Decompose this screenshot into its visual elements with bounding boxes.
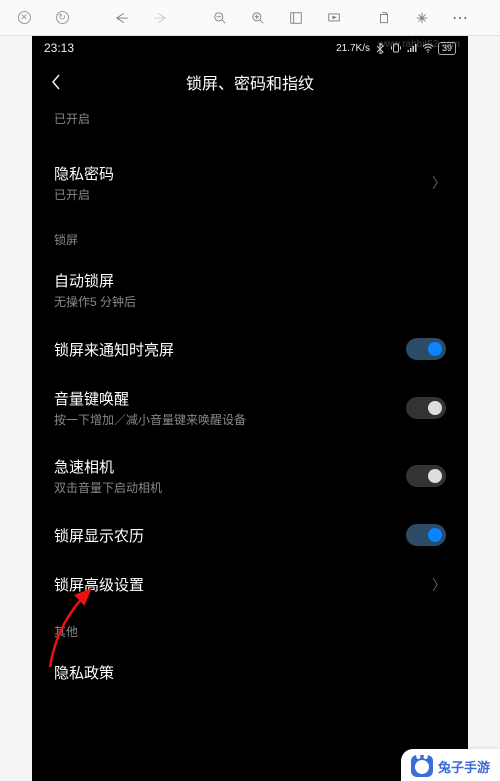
- row-title: 自动锁屏: [54, 270, 136, 291]
- close-icon[interactable]: ✕: [6, 4, 42, 32]
- toggle-lunar-calendar[interactable]: [406, 524, 446, 546]
- zoom-out-icon[interactable]: [202, 4, 238, 32]
- row-volume-wake[interactable]: 音量键唤醒 按一下增加／减小音量键来唤醒设备: [54, 374, 446, 442]
- row-title: 急速相机: [54, 456, 162, 477]
- top-enabled-label: 已开启: [54, 110, 446, 127]
- row-sub: 双击音量下启动相机: [54, 479, 162, 496]
- toggle-notification-wake[interactable]: [406, 338, 446, 360]
- row-title: 隐私政策: [54, 662, 114, 683]
- sparkle-icon[interactable]: [404, 4, 440, 32]
- section-lockscreen: 锁屏: [54, 231, 446, 248]
- refresh-icon[interactable]: ↻: [44, 4, 80, 32]
- row-auto-lock[interactable]: 自动锁屏 无操作5 分钟后: [54, 256, 446, 324]
- footer-badge[interactable]: 兔子手游: [401, 749, 500, 781]
- row-privacy-password[interactable]: 隐私密码 已开启 〉: [54, 149, 446, 217]
- row-sub: 已开启: [54, 186, 114, 203]
- nav-back-icon[interactable]: [104, 4, 140, 32]
- row-sub: 无操作5 分钟后: [54, 293, 136, 310]
- row-title: 锁屏显示农历: [54, 525, 144, 546]
- bunny-icon: [411, 755, 433, 777]
- footer-text: 兔子手游: [438, 757, 490, 776]
- nav-forward-icon[interactable]: [142, 4, 178, 32]
- phone-screen: www.rabbit52.com 23:13 21.7K/s 39 锁屏、密码和…: [32, 36, 468, 781]
- browser-toolbar: ✕ ↻ ⋯: [0, 0, 500, 36]
- watermark-text: www.rabbit52.com: [378, 39, 460, 50]
- status-net-speed: 21.7K/s: [336, 43, 370, 54]
- rotate-icon[interactable]: [366, 4, 402, 32]
- row-sub: 按一下增加／减小音量键来唤醒设备: [54, 411, 246, 428]
- status-time: 23:13: [44, 41, 74, 55]
- present-icon[interactable]: [316, 4, 352, 32]
- back-button[interactable]: [44, 70, 68, 94]
- page-title: 锁屏、密码和指纹: [186, 70, 314, 94]
- toggle-volume-wake[interactable]: [406, 397, 446, 419]
- settings-list: 已开启 隐私密码 已开启 〉 锁屏 自动锁屏 无操作5 分钟后 锁屏来通知时亮屏…: [32, 110, 468, 687]
- row-notification-wake[interactable]: 锁屏来通知时亮屏: [54, 324, 446, 374]
- chevron-right-icon: 〉: [432, 575, 446, 595]
- row-quick-camera[interactable]: 急速相机 双击音量下启动相机: [54, 442, 446, 510]
- zoom-in-icon[interactable]: [240, 4, 276, 32]
- chevron-left-icon: [51, 74, 61, 90]
- more-icon[interactable]: ⋯: [442, 4, 478, 32]
- row-privacy-policy[interactable]: 隐私政策: [54, 648, 446, 687]
- chevron-right-icon: 〉: [432, 173, 446, 193]
- row-title: 锁屏来通知时亮屏: [54, 339, 174, 360]
- fit-icon[interactable]: [278, 4, 314, 32]
- row-title: 音量键唤醒: [54, 388, 246, 409]
- row-advanced-settings[interactable]: 锁屏高级设置 〉: [54, 560, 446, 609]
- toggle-quick-camera[interactable]: [406, 465, 446, 487]
- row-lunar-calendar[interactable]: 锁屏显示农历: [54, 510, 446, 560]
- section-other: 其他: [54, 623, 446, 640]
- row-title: 隐私密码: [54, 163, 114, 184]
- row-title: 锁屏高级设置: [54, 574, 144, 595]
- page-header: 锁屏、密码和指纹: [32, 60, 468, 104]
